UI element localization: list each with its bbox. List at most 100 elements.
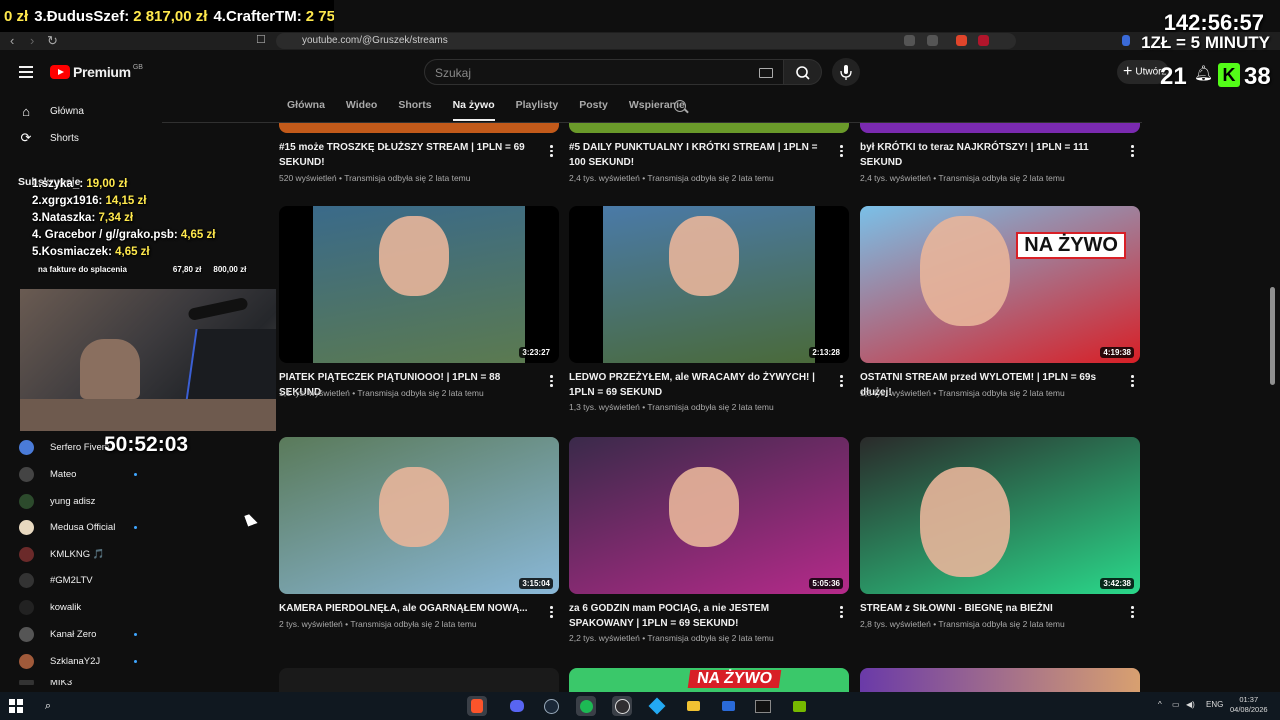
video-title[interactable]: #15 może TROSZKĘ DŁUŻSZY STREAM | 1PLN =… bbox=[279, 141, 529, 170]
system-clock[interactable]: 01:37 04/08/2026 bbox=[1230, 695, 1268, 715]
translate-icon[interactable] bbox=[904, 35, 915, 46]
search-icon[interactable]: ⌕ bbox=[38, 696, 58, 716]
youtube-logo[interactable]: Premium GB bbox=[50, 64, 143, 80]
avatar bbox=[19, 627, 34, 642]
network-icon[interactable]: ▭ bbox=[1172, 700, 1180, 709]
reload-icon[interactable]: ↻ bbox=[47, 33, 58, 49]
more-options-icon[interactable] bbox=[840, 375, 844, 389]
live-badge: NA ŻYWO bbox=[1016, 232, 1126, 259]
tab-shorts[interactable]: Shorts bbox=[398, 99, 431, 119]
vscode-icon[interactable] bbox=[647, 696, 667, 716]
file-explorer-icon[interactable] bbox=[683, 696, 703, 716]
mouse-cursor-icon bbox=[244, 512, 258, 527]
language-indicator[interactable]: ENG bbox=[1206, 700, 1223, 709]
video-thumbnail[interactable]: 3:42:38 bbox=[860, 437, 1140, 594]
more-options-icon[interactable] bbox=[1131, 606, 1135, 620]
tip-row: 3.Nataszka: 7,34 zł bbox=[32, 210, 215, 227]
video-title[interactable]: STREAM z SIŁOWNI - BIEGNĘ na BIEŻNI bbox=[860, 602, 1110, 617]
subscription-name: kowalik bbox=[50, 602, 82, 613]
video-date: Transmisja odbyła się 2 lata temu bbox=[350, 619, 477, 629]
video-meta: 2,8 tys. wyświetleń • Transmisja odbyła … bbox=[860, 619, 1065, 629]
keyboard-icon[interactable] bbox=[759, 68, 773, 78]
remote-desktop-icon[interactable] bbox=[718, 696, 738, 716]
brave-shield-icon[interactable] bbox=[956, 35, 967, 46]
video-thumbnail[interactable] bbox=[569, 123, 849, 133]
video-views: 1,1 tys. wyświetleń bbox=[279, 388, 350, 398]
more-options-icon[interactable] bbox=[550, 606, 554, 620]
rewards-icon[interactable] bbox=[978, 35, 989, 46]
sidebar-subscription[interactable]: Mateo bbox=[19, 467, 137, 482]
tab-playlists[interactable]: Playlisty bbox=[516, 99, 559, 119]
sidebar-item-label: Shorts bbox=[50, 132, 79, 144]
avatar bbox=[19, 520, 34, 535]
obs-icon[interactable] bbox=[612, 696, 632, 716]
sidebar-subscription[interactable]: yung adisz bbox=[19, 494, 137, 509]
tab-home[interactable]: Główna bbox=[287, 99, 325, 119]
video-thumbnail[interactable] bbox=[279, 668, 559, 692]
tip-name: 1.szyka_: bbox=[32, 178, 84, 190]
sidebar-subscription[interactable]: KMLKNG 🎵 bbox=[19, 547, 137, 562]
video-title[interactable]: KAMERA PIERDOLNĘŁA, ale OGARNĄŁEM NOWĄ..… bbox=[279, 602, 529, 617]
windows-start-icon[interactable] bbox=[6, 696, 26, 716]
ticker-amount-2: 2 755 bbox=[305, 7, 334, 25]
sidebar-subscription[interactable]: kowalik bbox=[19, 600, 137, 615]
terminal-icon[interactable] bbox=[753, 696, 773, 716]
more-options-icon[interactable] bbox=[550, 145, 554, 159]
video-thumbnail[interactable] bbox=[279, 123, 559, 133]
video-title[interactable]: był KRÓTKI to teraz NAJKRÓTSZY! | 1PLN =… bbox=[860, 141, 1110, 170]
video-thumbnail[interactable]: 3:15:04 bbox=[279, 437, 559, 594]
subscription-name: MIK3 bbox=[50, 680, 72, 685]
video-views: 1,5 tys. wyświetleń bbox=[860, 388, 931, 398]
nvidia-icon[interactable] bbox=[789, 696, 809, 716]
voice-search-button[interactable] bbox=[832, 58, 860, 86]
video-thumbnail[interactable]: 5:05:36 bbox=[569, 437, 849, 594]
forward-icon[interactable]: › bbox=[30, 33, 34, 48]
steam-icon[interactable] bbox=[541, 696, 561, 716]
sidebar-subscription[interactable]: SzklanaY2J bbox=[19, 654, 137, 669]
tip-value: 14,15 zł bbox=[105, 195, 147, 207]
video-date: Transmisja odbyła się 2 lata temu bbox=[938, 388, 1065, 398]
back-icon[interactable]: ‹ bbox=[10, 33, 14, 48]
spotify-icon[interactable] bbox=[576, 696, 596, 716]
bookmark-icon[interactable]: ☐ bbox=[256, 33, 266, 46]
sidebar-item-home[interactable]: ⌂ Główna bbox=[18, 103, 84, 119]
sidebar-item-shorts[interactable]: ⟳ Shorts bbox=[18, 130, 79, 146]
channel-search-icon[interactable] bbox=[674, 100, 686, 112]
search-button[interactable] bbox=[784, 59, 822, 85]
more-options-icon[interactable] bbox=[550, 375, 554, 389]
sidebar-subscription[interactable]: Kanał Zero bbox=[19, 627, 137, 642]
sidebar-subscription[interactable]: MIK3 bbox=[19, 680, 137, 685]
more-options-icon[interactable] bbox=[1131, 375, 1135, 389]
brave-browser-icon[interactable] bbox=[467, 696, 487, 716]
more-options-icon[interactable] bbox=[840, 606, 844, 620]
cast-icon[interactable] bbox=[927, 35, 938, 46]
video-date: Transmisja odbyła się 2 lata temu bbox=[938, 619, 1065, 629]
video-date: Transmisja odbyła się 2 lata temu bbox=[647, 173, 774, 183]
sidebar-subscription[interactable]: Medusa Official bbox=[19, 520, 137, 535]
extension-icon[interactable] bbox=[1122, 35, 1130, 46]
volume-icon[interactable]: ◀︎) bbox=[1186, 700, 1195, 709]
video-thumbnail[interactable]: 2:13:28 bbox=[569, 206, 849, 363]
video-thumbnail[interactable]: 3:23:27 bbox=[279, 206, 559, 363]
video-title[interactable]: za 6 GODZIN mam POCIĄG, a nie JESTEM SPA… bbox=[569, 602, 819, 631]
tab-posts[interactable]: Posty bbox=[579, 99, 608, 119]
tab-videos[interactable]: Wideo bbox=[346, 99, 377, 119]
video-title[interactable]: LEDWO PRZEŻYŁEM, ale WRACAMY do ŻYWYCH! … bbox=[569, 371, 819, 400]
tray-chevron-icon[interactable]: ^ bbox=[1158, 700, 1162, 709]
video-thumbnail[interactable] bbox=[860, 123, 1140, 133]
tip-value: 4,65 zł bbox=[180, 229, 216, 241]
video-title[interactable]: #5 DAILY PUNKTUALNY I KRÓTKI STREAM | 1P… bbox=[569, 141, 819, 170]
video-thumbnail[interactable] bbox=[860, 668, 1140, 692]
video-thumbnail[interactable]: NA ŻYWO 4:19:38 bbox=[860, 206, 1140, 363]
search-input[interactable] bbox=[425, 60, 737, 86]
tab-live[interactable]: Na żywo bbox=[452, 99, 495, 121]
discord-icon[interactable] bbox=[507, 696, 527, 716]
subscription-name: SzklanaY2J bbox=[50, 656, 101, 667]
more-options-icon[interactable] bbox=[1131, 145, 1135, 159]
scrollbar-thumb[interactable] bbox=[1270, 287, 1275, 385]
video-thumbnail[interactable]: NA ŻYWO bbox=[569, 668, 849, 692]
sidebar-subscription[interactable]: #GM2LTV bbox=[19, 573, 137, 588]
notifications-icon[interactable]: 🔔︎ bbox=[1194, 64, 1213, 82]
more-options-icon[interactable] bbox=[840, 145, 844, 159]
menu-icon[interactable] bbox=[19, 66, 33, 81]
